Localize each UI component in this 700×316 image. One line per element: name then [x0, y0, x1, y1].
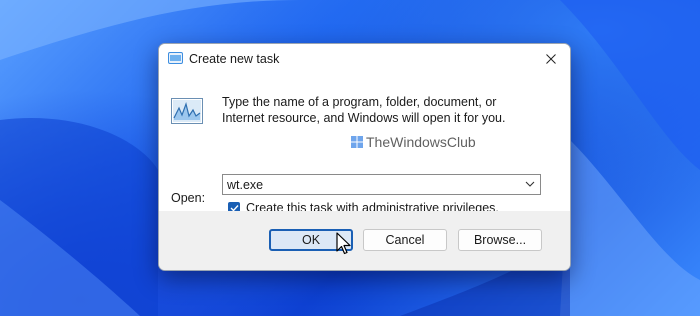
button-bar: OK Cancel Browse...: [159, 211, 570, 270]
watermark: TheWindowsClub: [351, 134, 476, 150]
open-input[interactable]: wt.exe: [227, 178, 263, 192]
windows-club-logo-icon: [351, 136, 363, 148]
create-new-task-dialog: Create new task Type the name of a progr…: [158, 43, 571, 271]
task-manager-graph-icon: [171, 98, 203, 124]
cancel-button[interactable]: Cancel: [363, 229, 447, 251]
watermark-text: TheWindowsClub: [366, 134, 476, 150]
chevron-down-icon[interactable]: [525, 180, 535, 188]
open-label: Open:: [171, 191, 206, 205]
title-bar[interactable]: Create new task: [159, 44, 570, 74]
dialog-title: Create new task: [189, 52, 280, 66]
run-task-icon: [168, 52, 183, 64]
dialog-description: Type the name of a program, folder, docu…: [222, 95, 506, 125]
mouse-pointer-icon: [336, 232, 351, 255]
close-icon: [546, 54, 556, 64]
browse-button[interactable]: Browse...: [458, 229, 542, 251]
open-combobox[interactable]: wt.exe: [222, 174, 541, 195]
dialog-body: Type the name of a program, folder, docu…: [159, 74, 570, 215]
close-button[interactable]: [532, 44, 570, 74]
